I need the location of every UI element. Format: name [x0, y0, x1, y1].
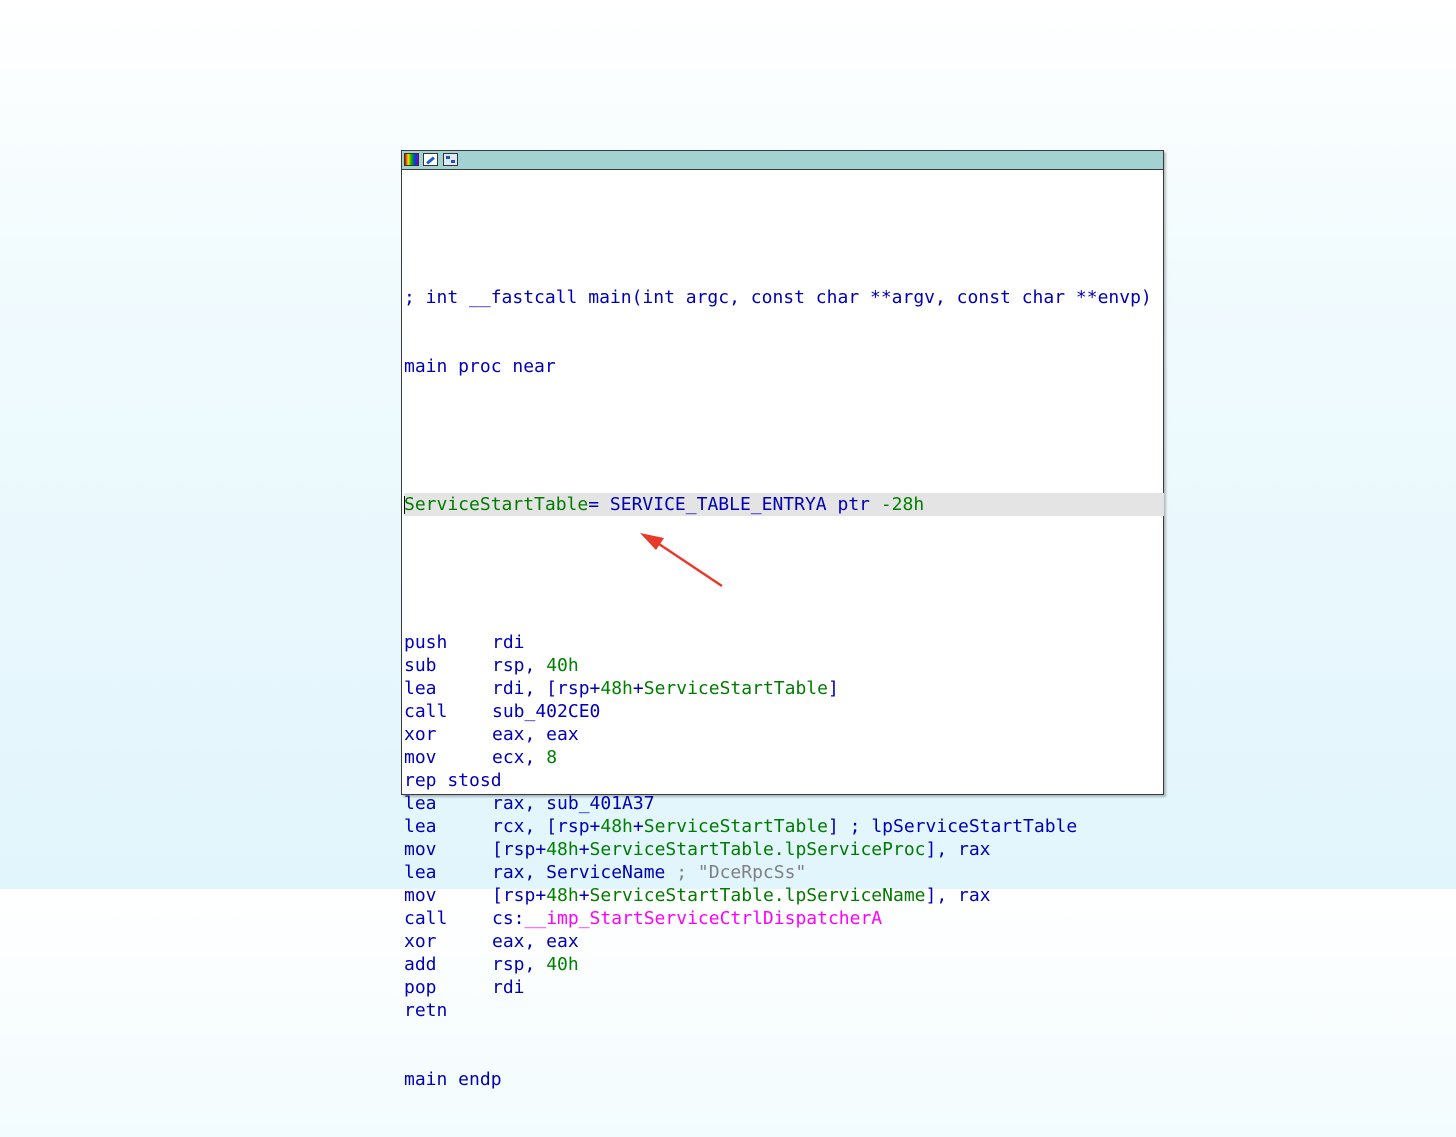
disassembly-listing[interactable]: ; int __fastcall main(int argc, const ch… — [404, 240, 1164, 1137]
instruction-mnemonic: retn — [404, 1000, 448, 1021]
operand-text: rax, ServiceName — [492, 862, 677, 883]
instruction-line[interactable]: lea rax, sub_401A37 — [404, 792, 1163, 815]
operand-num: 48h — [600, 678, 633, 699]
function-signature-comment: ; int __fastcall main(int argc, const ch… — [404, 287, 1152, 308]
operand-text: cs: — [492, 908, 525, 929]
instruction-line[interactable]: mov ecx, 8 — [404, 746, 1163, 769]
instruction-mnemonic: lea — [404, 862, 437, 883]
operand-num: 40h — [546, 954, 579, 975]
operand-var[interactable]: ServiceStartTable — [644, 816, 828, 837]
text-cursor — [404, 496, 405, 514]
operand-var[interactable]: ServiceStartTable — [644, 678, 828, 699]
operand-cmt: ; "DceRpcSs" — [676, 862, 807, 883]
operand-text: + — [578, 885, 590, 906]
instruction-line[interactable]: mov [rsp+48h+ServiceStartTable.lpServiceP… — [404, 838, 1163, 861]
instruction-line[interactable]: retn — [404, 999, 1163, 1022]
instruction-line[interactable]: call sub_402CE0 — [404, 700, 1163, 723]
operand-imp[interactable]: __imp_StartServiceCtrlDispatcherA — [525, 908, 883, 929]
instruction-line[interactable]: lea rdi, [rsp+48h+ServiceStartTable] — [404, 677, 1163, 700]
operand-num: 48h — [600, 816, 633, 837]
operand-num: 48h — [546, 885, 579, 906]
stack-variable-type: = SERVICE_TABLE_ENTRYA ptr — [588, 494, 881, 515]
instruction-mnemonic: call — [404, 908, 448, 929]
instruction-mnemonic: lea — [404, 816, 437, 837]
instruction-line[interactable]: rep stosd — [404, 769, 1163, 792]
operand-num: 48h — [546, 839, 579, 860]
disassembly-node[interactable]: ; int __fastcall main(int argc, const ch… — [401, 150, 1164, 1090]
operand-text: eax, eax — [492, 724, 579, 745]
instruction-mnemonic: sub — [404, 655, 437, 676]
instruction-line[interactable]: mov [rsp+48h+ServiceStartTable.lpServiceN… — [404, 884, 1163, 907]
operand-text: rsp, — [492, 954, 547, 975]
instruction-line[interactable]: lea rcx, [rsp+48h+ServiceStartTable] ; lp… — [404, 815, 1163, 838]
instruction-mnemonic: mov — [404, 747, 437, 768]
operand-num: 40h — [546, 655, 579, 676]
palette-icon[interactable] — [404, 153, 419, 166]
instruction-mnemonic: add — [404, 954, 437, 975]
instruction-line[interactable]: lea rax, ServiceName ; "DceRpcSs" — [404, 861, 1163, 884]
stack-variable-line[interactable]: ServiceStartTable= SERVICE_TABLE_ENTRYA … — [404, 493, 1164, 516]
instruction-mnemonic: mov — [404, 885, 437, 906]
operand-text: ecx, — [492, 747, 547, 768]
instruction-mnemonic: xor — [404, 724, 437, 745]
instruction-line[interactable]: sub rsp, 40h — [404, 654, 1163, 677]
operand-text: rcx, [rsp+ — [492, 816, 601, 837]
operand-var[interactable]: ServiceStartTable.lpServiceName — [590, 885, 926, 906]
operand-text: ] ; lpServiceStartTable — [827, 816, 1078, 837]
operand-text: sub_402CE0 — [492, 701, 601, 722]
stack-variable-name[interactable]: ServiceStartTable — [404, 494, 588, 515]
operand-text: rdi — [492, 632, 525, 653]
operand-text: rax, sub_401A37 — [492, 793, 655, 814]
instruction-mnemonic: call — [404, 701, 448, 722]
operand-text: ] — [827, 678, 839, 699]
proc-start-line[interactable]: main proc near — [404, 355, 1163, 378]
operand-text: rdi — [492, 977, 525, 998]
instruction-mnemonic: push — [404, 632, 448, 653]
operand-text: + — [632, 816, 644, 837]
instruction-line[interactable]: call cs:__imp_StartServiceCtrlDispatcherA — [404, 907, 1163, 930]
proc-end-line[interactable]: main endp — [404, 1068, 1163, 1091]
instruction-mnemonic: lea — [404, 678, 437, 699]
node-titlebar[interactable] — [402, 151, 1163, 170]
operand-text: eax, eax — [492, 931, 579, 952]
operand-text: ], rax — [925, 839, 991, 860]
instruction-mnemonic: mov — [404, 839, 437, 860]
instruction-list: push rdi sub rsp, 40h lea rdi, [rsp+48h+Servi… — [404, 631, 1163, 1022]
instruction-mnemonic: lea — [404, 793, 437, 814]
instruction-mnemonic: pop — [404, 977, 437, 998]
operand-var[interactable]: ServiceStartTable.lpServiceProc — [590, 839, 926, 860]
instruction-line[interactable]: xor eax, eax — [404, 930, 1163, 953]
instruction-mnemonic: xor — [404, 931, 437, 952]
operand-text: [rsp+ — [492, 839, 547, 860]
instruction-line[interactable]: xor eax, eax — [404, 723, 1163, 746]
edit-node-icon[interactable] — [423, 153, 438, 166]
operand-text: + — [632, 678, 644, 699]
operand-text: rsp, — [492, 655, 547, 676]
operand-text: rdi, [rsp+ — [492, 678, 601, 699]
operand-text: [rsp+ — [492, 885, 547, 906]
operand-text: ], rax — [925, 885, 991, 906]
operand-num: 8 — [546, 747, 558, 768]
instruction-line[interactable]: add rsp, 40h — [404, 953, 1163, 976]
instruction-line[interactable]: push rdi — [404, 631, 1163, 654]
instruction-mnemonic: rep stosd — [404, 770, 502, 791]
instruction-line[interactable]: pop rdi — [404, 976, 1163, 999]
graph-overview-icon[interactable] — [443, 153, 458, 166]
stack-variable-offset: -28h — [880, 494, 925, 515]
operand-text: + — [578, 839, 590, 860]
